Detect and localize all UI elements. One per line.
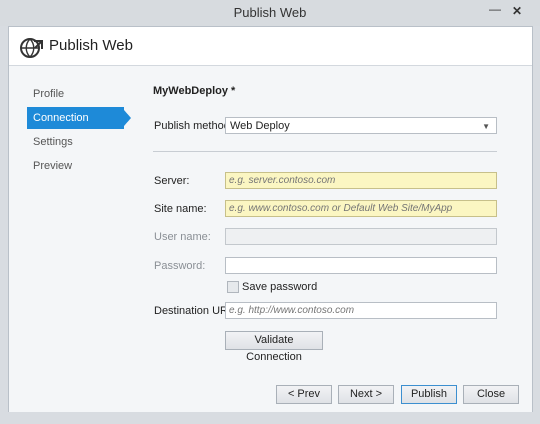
divider — [153, 151, 497, 152]
publish-method-select[interactable]: Web Deploy ▼ — [225, 117, 497, 134]
publish-method-value: Web Deploy — [230, 120, 290, 132]
password-label: Password: — [154, 260, 206, 272]
user-name-input[interactable] — [225, 228, 497, 245]
minimize-icon[interactable]: — — [484, 1, 506, 19]
window-frame-left — [0, 26, 8, 424]
user-name-label: User name: — [154, 231, 211, 243]
prev-button[interactable]: < Prev — [276, 385, 332, 404]
nav-item-preview[interactable]: Preview — [27, 155, 127, 177]
password-input[interactable] — [225, 257, 497, 274]
nav-item-settings[interactable]: Settings — [27, 131, 127, 153]
publish-globe-icon — [20, 38, 43, 58]
next-button[interactable]: Next > — [338, 385, 394, 404]
chevron-down-icon: ▼ — [482, 122, 490, 131]
profile-name: MyWebDeploy * — [153, 85, 236, 97]
site-name-input[interactable] — [225, 200, 497, 217]
publish-method-label: Publish method: — [154, 120, 233, 132]
destination-url-input[interactable] — [225, 302, 497, 319]
publish-web-window: Publish Web — ✕ Publish Web Profile Conn… — [0, 0, 540, 424]
title-bar: Publish Web — ✕ — [0, 0, 540, 27]
dialog-body: Publish Web Profile Connection Settings … — [8, 26, 533, 414]
dialog-header: Publish Web — [9, 27, 532, 66]
save-password-label: Save password — [242, 281, 318, 293]
dialog-title: Publish Web — [49, 37, 133, 54]
publish-button[interactable]: Publish — [401, 385, 457, 404]
window-title: Publish Web — [233, 5, 307, 20]
server-label: Server: — [154, 175, 190, 187]
window-frame-bottom — [0, 412, 540, 424]
close-button[interactable]: Close — [463, 385, 519, 404]
nav-item-profile[interactable]: Profile — [27, 83, 127, 105]
validate-connection-button[interactable]: Validate Connection — [225, 331, 323, 363]
close-icon[interactable]: ✕ — [506, 3, 528, 21]
save-password-checkbox[interactable] — [227, 281, 239, 293]
nav-item-connection[interactable]: Connection — [27, 107, 131, 129]
server-input[interactable] — [225, 172, 497, 189]
wizard-nav: Profile Connection Settings Preview — [27, 83, 131, 179]
site-name-label: Site name: — [154, 203, 207, 215]
